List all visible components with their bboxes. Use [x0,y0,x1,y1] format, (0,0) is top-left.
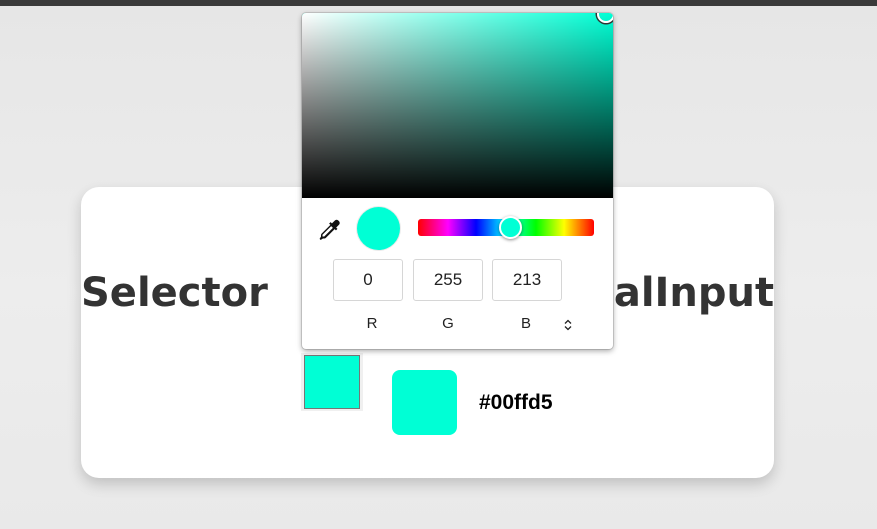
hex-value-label: #00ffd5 [479,391,553,414]
native-color-input[interactable] [301,353,363,411]
browser-top-strip [0,0,877,6]
current-color-swatch [357,207,400,250]
red-input[interactable] [333,259,403,301]
page-title-right: alInput [613,270,775,316]
page-title-left: Selector [81,270,268,316]
color-preview-box [392,370,457,435]
saturation-brightness-area[interactable] [302,13,613,198]
color-picker-popup: R G B [302,13,613,349]
green-label: G [442,315,454,332]
red-label: R [366,315,378,332]
native-color-input-swatch [304,355,360,409]
blue-label: B [520,315,531,332]
blue-input[interactable] [492,259,562,301]
hue-slider-handle[interactable] [499,216,522,239]
eyedropper-icon[interactable] [316,217,342,243]
up-down-arrows-icon[interactable] [560,317,576,333]
green-input[interactable] [413,259,483,301]
